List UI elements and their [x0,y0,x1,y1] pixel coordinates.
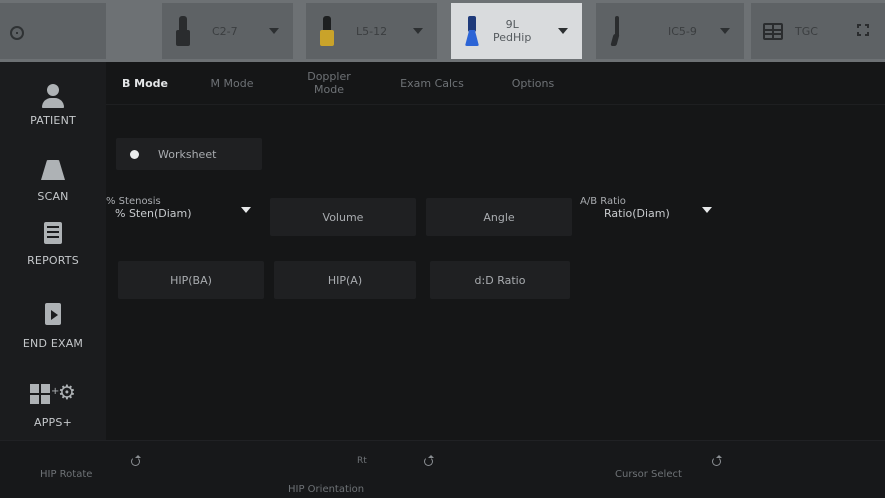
sidebar: PATIENT SCAN REPORTS END EXAM + ⚙ APPS+ [0,62,106,440]
rotary-knob-icon [424,455,434,466]
power-icon[interactable] [10,26,24,40]
tab-exam-calcs[interactable]: Exam Calcs [390,62,474,104]
sidebar-item-reports[interactable]: REPORTS [0,222,106,267]
expand-icon[interactable] [857,24,869,36]
sidebar-item-end-exam[interactable]: END EXAM [0,303,106,350]
tab-doppler-mode[interactable]: Doppler Mode [300,62,358,104]
linear-probe-icon [320,16,334,46]
rotary-knob-icon [131,455,141,466]
chevron-down-icon[interactable] [269,28,279,34]
chevron-down-icon[interactable] [720,28,730,34]
power-cell[interactable] [0,3,106,59]
stenosis-caption: % Stenosis [106,196,161,207]
ab-ratio-caption: A/B Ratio [580,196,626,207]
probe-label: C2-7 [212,24,238,38]
cursor-select-label[interactable]: Cursor Select [615,469,682,480]
tab-m-mode[interactable]: M Mode [198,62,266,104]
probe-9l-pedhip[interactable]: 9L PedHip [451,3,582,59]
patient-icon [42,82,64,110]
endocavity-probe-icon [610,16,624,46]
scan-icon [41,160,65,180]
probe-l5-12[interactable]: L5-12 [306,3,437,59]
hip-orientation-label[interactable]: HIP Orientation [288,484,364,495]
hip-orientation-value: Rt [357,456,367,466]
end-exam-icon [45,303,61,325]
stenosis-dropdown[interactable]: % Stenosis % Sten(Diam) [106,196,262,236]
apps-icon: + ⚙ [30,380,76,406]
hip-a-button[interactable]: HIP(A) [274,261,416,299]
sidebar-item-apps[interactable]: + ⚙ APPS+ [0,380,106,429]
hip-ba-button[interactable]: HIP(BA) [118,261,264,299]
probe-label: 9L PedHip [493,18,532,44]
chevron-down-icon[interactable] [241,207,251,213]
radio-indicator [130,149,139,159]
sidebar-item-label: REPORTS [27,254,79,267]
sidebar-item-label: SCAN [37,190,69,203]
sidebar-item-label: PATIENT [30,114,76,127]
chevron-down-icon[interactable] [413,28,423,34]
softkey-bar: HIP Rotate Rt HIP Orientation Cursor Sel… [0,440,885,498]
probe-label: L5-12 [356,24,388,38]
angle-button[interactable]: Angle [426,198,572,236]
curved-probe-icon [176,16,190,46]
sidebar-item-scan[interactable]: SCAN [0,160,106,203]
dd-ratio-button[interactable]: d:D Ratio [430,261,570,299]
probe-label: IC5-9 [668,24,697,38]
tgc-icon [763,23,783,40]
chevron-down-icon[interactable] [558,28,568,34]
stenosis-value: % Sten(Diam) [115,207,192,220]
tgc-label: TGC [795,24,818,38]
chevron-down-icon[interactable] [702,207,712,213]
reports-icon [44,222,62,244]
sidebar-item-label: END EXAM [22,337,84,350]
sidebar-item-label: APPS+ [34,416,72,429]
probe-c2-7[interactable]: C2-7 [162,3,293,59]
linear-probe-icon [465,16,479,46]
sidebar-item-patient[interactable]: PATIENT [0,82,106,127]
mode-tabs: B Mode M Mode Doppler Mode Exam Calcs Op… [106,62,885,105]
rotary-knob-icon [712,455,722,466]
ab-ratio-dropdown[interactable]: A/B Ratio Ratio(Diam) [580,196,726,236]
worksheet-label: Worksheet [158,147,217,161]
main-panel: B Mode M Mode Doppler Mode Exam Calcs Op… [106,62,885,440]
tab-options[interactable]: Options [498,62,568,104]
volume-button[interactable]: Volume [270,198,416,236]
probe-ic5-9[interactable]: IC5-9 [596,3,744,59]
tab-b-mode[interactable]: B Mode [112,62,178,104]
probe-bar: C2-7 L5-12 9L PedHip IC5-9 TGC [0,0,885,62]
worksheet-button[interactable]: Worksheet [116,138,262,170]
hip-rotate-label[interactable]: HIP Rotate [40,469,92,480]
